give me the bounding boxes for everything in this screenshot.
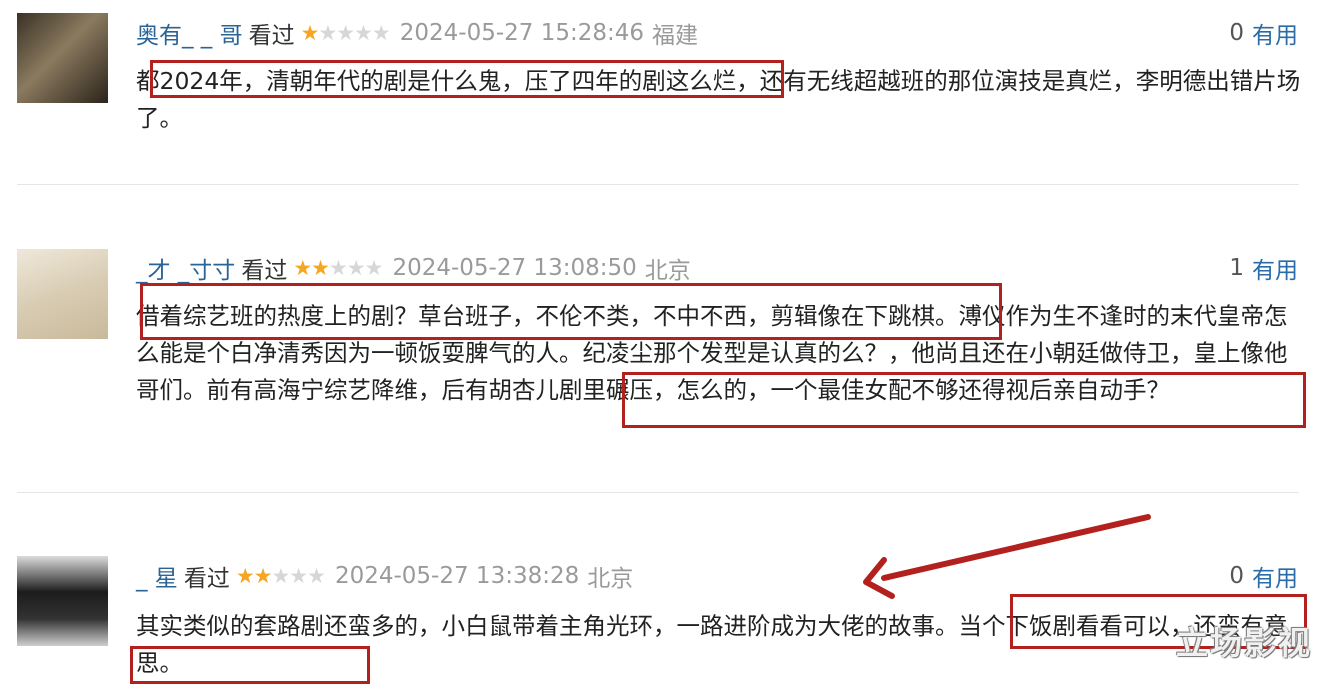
watermark: 立场影视 <box>1175 624 1312 662</box>
arrow-annotation <box>863 514 1151 599</box>
arrow-shaft <box>881 514 1151 581</box>
